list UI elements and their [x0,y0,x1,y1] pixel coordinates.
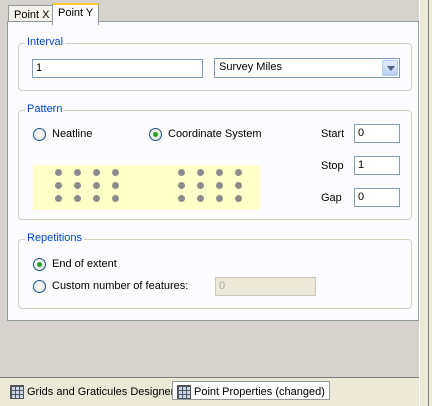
pattern-dot [93,182,100,189]
end-of-extent-label: End of extent [52,258,117,270]
gap-label: Gap [321,192,342,204]
pattern-dot [74,182,81,189]
grid-designer-icon [10,384,24,399]
stop-label: Stop [321,160,344,172]
repetitions-group: Repetitions [18,232,412,309]
pattern-dot [178,169,185,176]
pattern-dot [112,195,119,202]
pattern-dot [55,195,62,202]
tab-grids-and-graticules-designer[interactable]: Grids and Graticules Designer [6,381,178,400]
point-properties-icon [177,384,191,399]
pattern-dot [197,169,204,176]
window-right-edge [419,0,432,406]
pattern-dot [197,182,204,189]
pattern-dot [197,195,204,202]
tab-point-properties[interactable]: Point Properties (changed) [172,381,330,400]
chevron-down-icon[interactable] [382,60,398,76]
tab-grids-designer-label: Grids and Graticules Designer [27,385,175,398]
neatline-radio[interactable] [33,128,46,141]
pattern-dot [74,169,81,176]
interval-value-field[interactable]: 1 [32,59,203,78]
start-value: 0 [358,127,365,139]
pattern-dot [112,169,119,176]
end-of-extent-radio[interactable] [33,258,46,271]
pattern-dot [93,169,100,176]
pattern-dot [55,169,62,176]
coordinate-system-radio[interactable] [149,128,162,141]
interval-unit-text: Survey Miles [219,61,282,73]
pattern-dot [55,182,62,189]
custom-number-radio[interactable] [33,280,46,293]
pattern-dot [216,195,223,202]
interval-value-text: 1 [36,62,43,74]
tab-point-y[interactable]: Point Y [52,3,100,25]
pattern-dot [235,182,242,189]
neatline-label: Neatline [52,128,93,140]
interval-unit-select[interactable]: Survey Miles [214,58,400,78]
gap-value: 0 [358,191,365,203]
coordinate-system-label: Coordinate System [168,128,262,140]
point-y-panel: Interval 1 Survey Miles Pattern Neatline… [7,21,419,321]
custom-number-field[interactable]: 0 [215,277,316,296]
pattern-dot [112,182,119,189]
stop-value: 1 [358,159,365,171]
custom-number-label: Custom number of features: [52,280,189,292]
tab-point-x-label: Point X [14,9,50,21]
pattern-dot [235,195,242,202]
pattern-dot [178,182,185,189]
pattern-dot [93,195,100,202]
pattern-dot [235,169,242,176]
gap-field[interactable]: 0 [354,188,400,207]
pattern-preview [33,165,260,210]
stop-field[interactable]: 1 [354,156,400,175]
pattern-dot [216,169,223,176]
document-tab-bar: Grids and Graticules Designer Point Prop… [0,377,419,406]
interval-legend: Interval [25,36,66,48]
repetitions-legend: Repetitions [25,232,85,244]
start-field[interactable]: 0 [354,124,400,143]
tab-point-properties-label: Point Properties (changed) [194,385,325,398]
start-label: Start [321,128,345,140]
pattern-dot [178,195,185,202]
tab-point-y-label: Point Y [58,7,94,19]
pattern-legend: Pattern [25,103,65,115]
pattern-dot [74,195,81,202]
pattern-dot [216,182,223,189]
custom-number-value: 0 [219,280,226,292]
